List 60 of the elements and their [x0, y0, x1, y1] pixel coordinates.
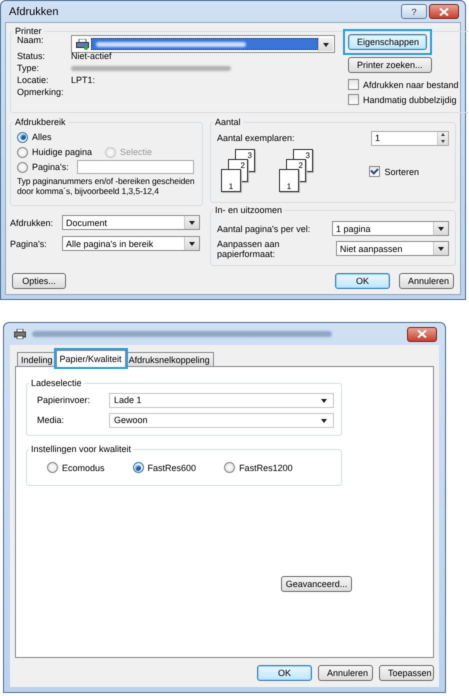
- field-label: Aantal exemplaren:: [217, 133, 295, 143]
- field-label: Locatie:: [17, 75, 50, 85]
- input-field[interactable]: [77, 160, 194, 174]
- dropdown[interactable]: Document: [62, 215, 200, 230]
- radio-button[interactable]: Pagina's:: [17, 162, 69, 172]
- field-value: Niet-actief: [71, 51, 113, 61]
- printer-icon: [76, 38, 88, 50]
- advanced-button[interactable]: Geavanceerd...: [281, 576, 352, 592]
- radio-button[interactable]: Huidige pagina: [17, 146, 92, 158]
- window-title: Afdrukken: [9, 6, 59, 18]
- group-label: Ladeselectie: [30, 378, 83, 388]
- checkbox[interactable]: Sorteren: [369, 166, 419, 177]
- dialog-button[interactable]: OK: [257, 665, 312, 681]
- close-button[interactable]: [429, 4, 459, 19]
- group-label: Aantal: [214, 117, 242, 127]
- tab[interactable]: Indeling: [17, 352, 57, 366]
- dropdown[interactable]: Lade 1: [109, 392, 334, 408]
- field-label: Pagina's:: [10, 238, 48, 248]
- dialog-button[interactable]: OK: [335, 273, 390, 289]
- printer-dropdown[interactable]: [71, 35, 335, 53]
- dropdown[interactable]: Niet aanpassen: [336, 241, 449, 256]
- options-button[interactable]: Opties...: [12, 273, 66, 289]
- field-label: Opmerking:: [17, 87, 65, 97]
- field-label: Aantal pagina's per vel:: [217, 224, 310, 234]
- dropdown[interactable]: 1 pagina: [332, 221, 449, 236]
- find-printer-button[interactable]: Printer zoeken...: [348, 57, 432, 73]
- field-label: Aanpassen aan papierformaat:: [217, 238, 281, 258]
- radio-button[interactable]: Ecomodus: [47, 462, 105, 473]
- checkbox[interactable]: Handmatig dubbelzijdig: [348, 94, 457, 105]
- field-label: Media:: [37, 415, 66, 425]
- tab[interactable]: Papier/Kwaliteit: [56, 350, 126, 367]
- radio-button[interactable]: FastRes1200: [224, 462, 293, 473]
- page-sheet: 1: [221, 169, 241, 192]
- field-label: Papierinvoer:: [37, 395, 92, 405]
- checkbox[interactable]: Afdrukken naar bestand: [348, 79, 459, 90]
- help-button[interactable]: ?: [401, 4, 427, 19]
- field-label: Afdrukken:: [10, 218, 54, 228]
- number-spinner[interactable]: 1: [371, 130, 449, 146]
- dialog-button[interactable]: Toepassen: [379, 665, 434, 681]
- field-label: Naam:: [17, 35, 45, 47]
- field-label: Type:: [17, 63, 40, 73]
- dropdown[interactable]: Alle pagina's in bereik: [62, 236, 200, 251]
- close-icon: [417, 330, 427, 338]
- group-label: Instellingen voor kwaliteit: [30, 444, 132, 454]
- radio-button[interactable]: Alles: [17, 132, 52, 142]
- dropdown[interactable]: Gewoon: [109, 412, 334, 428]
- close-icon: [439, 8, 449, 16]
- field-label: Status:: [17, 51, 46, 61]
- field-value: LPT1:: [71, 75, 96, 85]
- group-label: Printer: [14, 26, 43, 36]
- hint-text: Typ paginanummers en/of -bereiken gescheiden door komma´s, bijvoorbeeld 1,3,5-12,4: [17, 176, 196, 196]
- properties-button[interactable]: Eigenschappen: [348, 34, 427, 50]
- group-label: In- en uitzoomen: [214, 205, 284, 215]
- printer-icon: [14, 329, 26, 339]
- dialog-button[interactable]: Annuleren: [318, 665, 373, 681]
- dialog-button[interactable]: Annuleren: [399, 273, 454, 289]
- page-sheet: 1: [279, 169, 299, 192]
- group-label: Afdrukbereik: [14, 117, 67, 127]
- close-button[interactable]: [407, 326, 437, 342]
- radio-button[interactable]: FastRes600: [132, 462, 196, 473]
